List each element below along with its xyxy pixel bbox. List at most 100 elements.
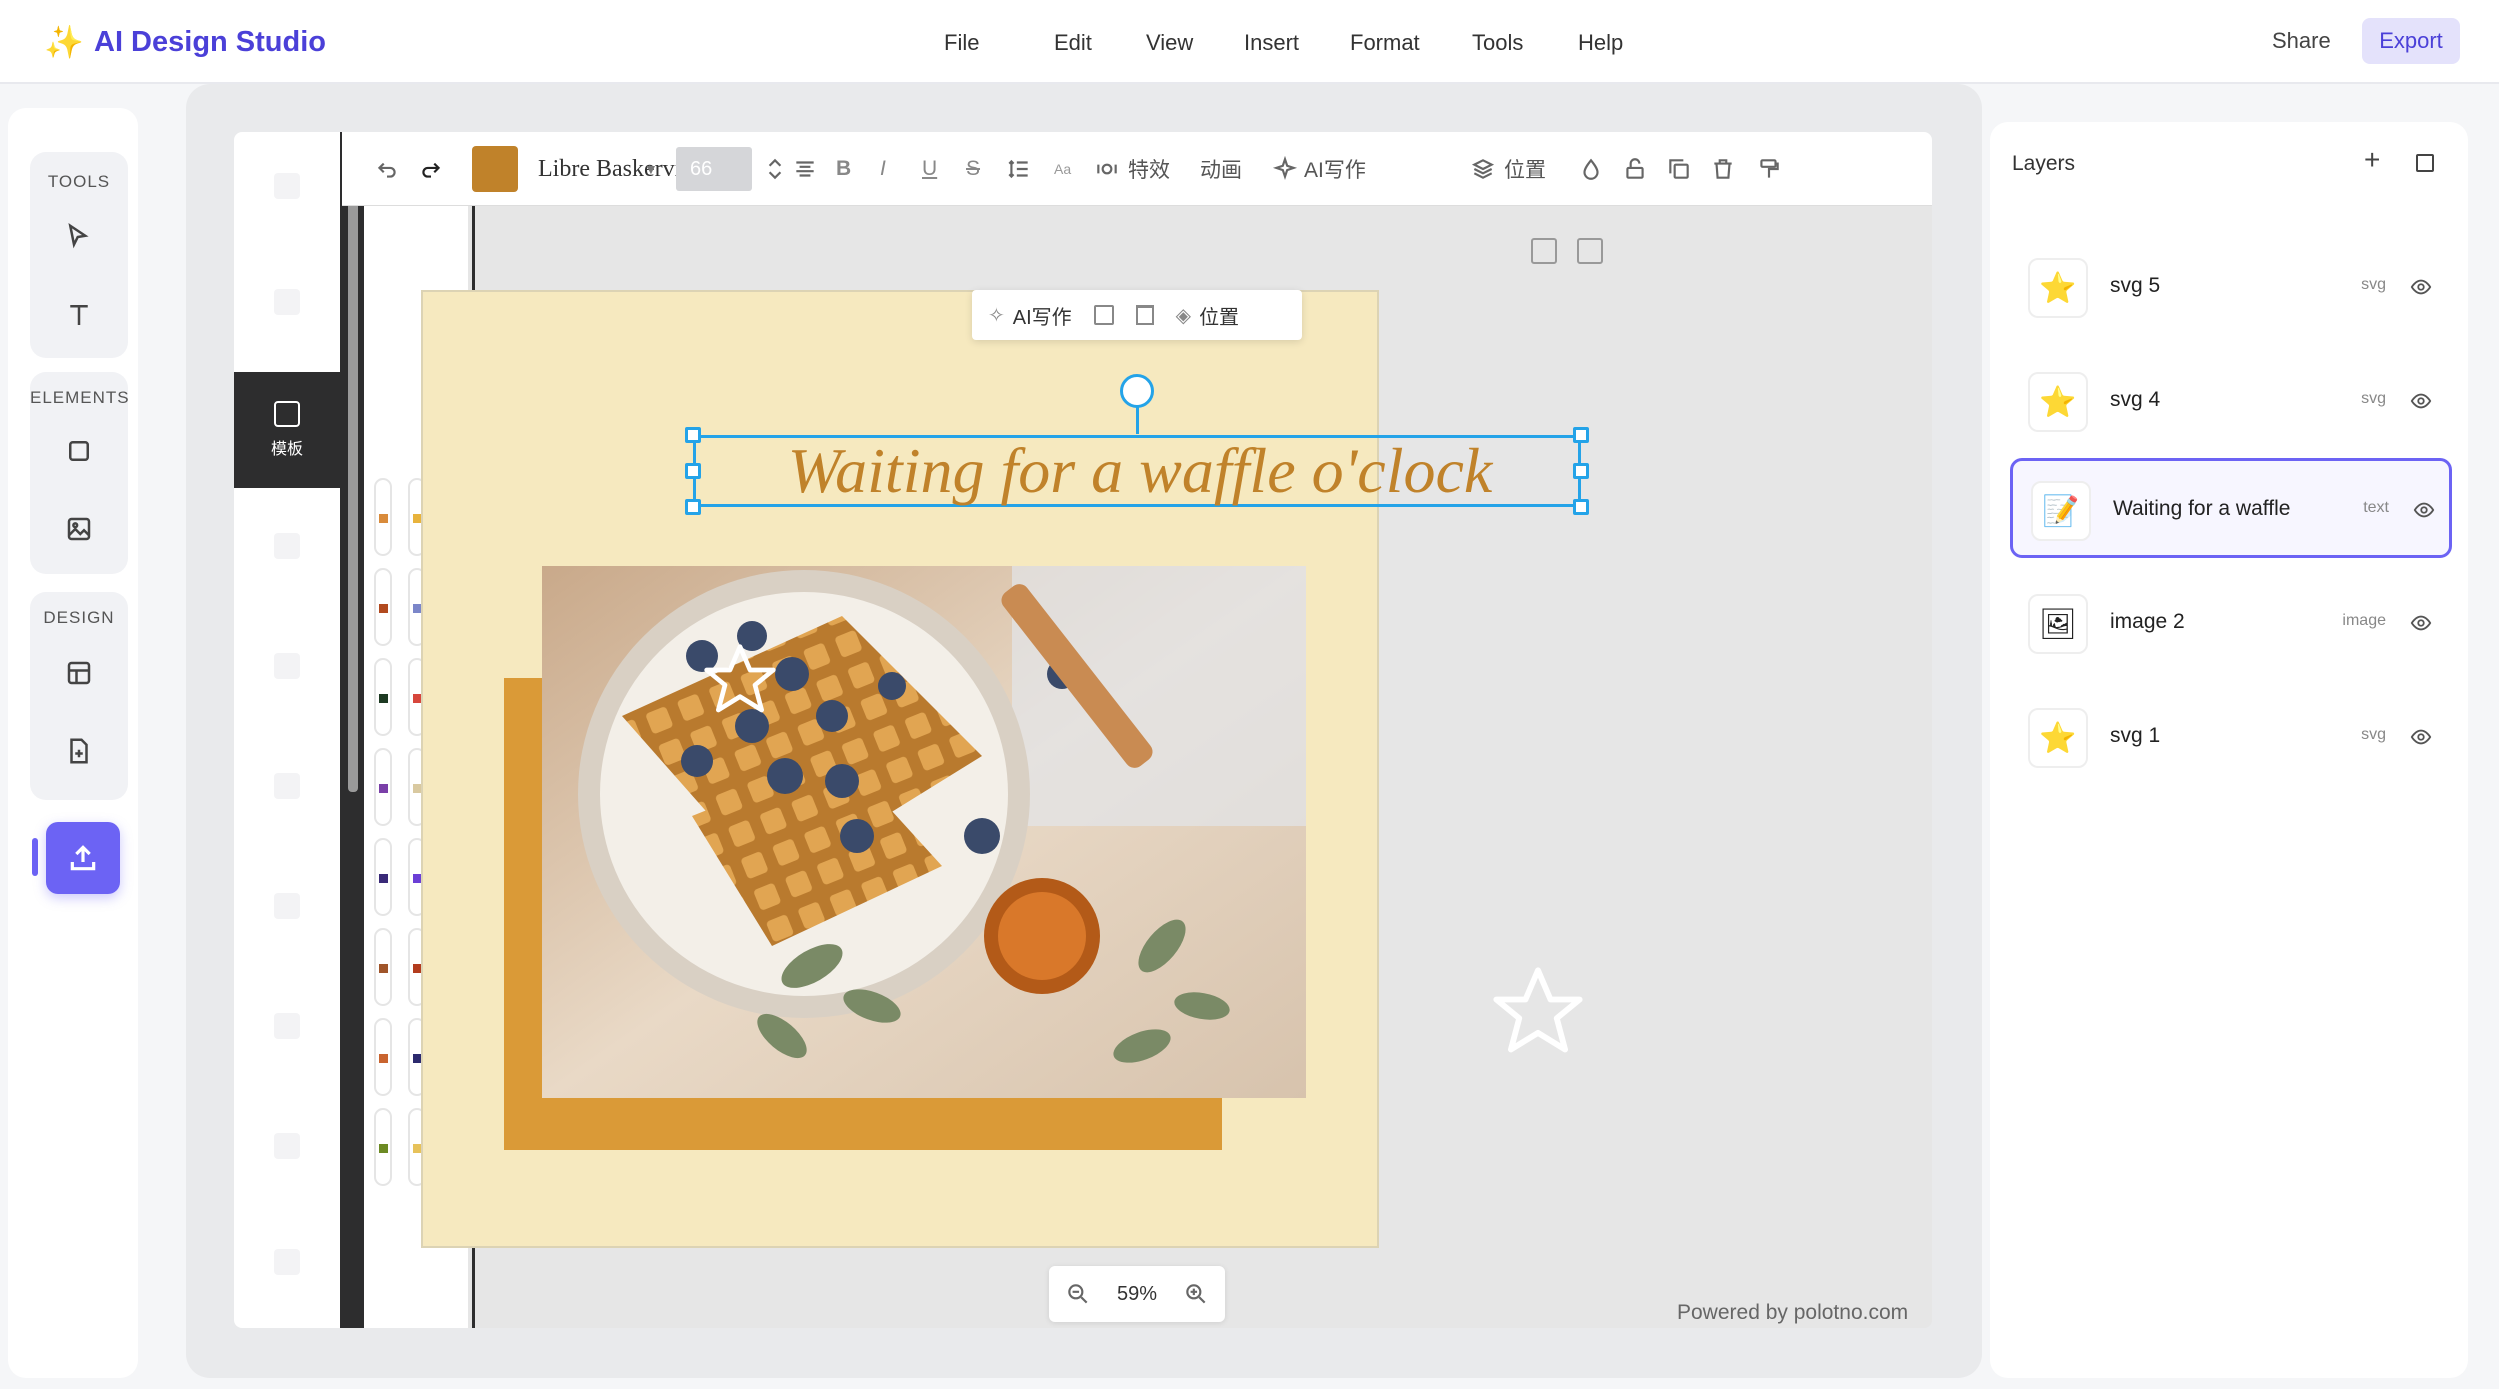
- rotate-handle[interactable]: [1120, 374, 1154, 408]
- opacity-button[interactable]: [1578, 132, 1604, 206]
- side-tab-videos[interactable]: [234, 1092, 340, 1208]
- duplicate-page-icon[interactable]: [1531, 238, 1557, 264]
- lock-button[interactable]: [1622, 132, 1648, 206]
- layer-name: svg 1: [2110, 724, 2161, 747]
- side-tab-elements[interactable]: [234, 732, 340, 848]
- font-size-stepper[interactable]: [762, 132, 788, 206]
- font-size-input[interactable]: 66: [676, 147, 752, 191]
- align-button[interactable]: [792, 132, 818, 206]
- star-outline-left[interactable]: [700, 640, 780, 720]
- layer-item-selected[interactable]: 📝 Waiting for a waffle text: [2010, 458, 2452, 558]
- position-button[interactable]: 位置: [1470, 132, 1546, 206]
- elements-group: ELEMENTS: [30, 372, 130, 574]
- context-position[interactable]: 位置: [1199, 301, 1239, 330]
- bold-button[interactable]: B: [836, 132, 851, 206]
- layer-item[interactable]: ⭐ svg 5 svg: [2010, 238, 2452, 338]
- side-tab-background[interactable]: [234, 1208, 340, 1324]
- menu-insert[interactable]: Insert: [1244, 24, 1350, 62]
- template-thumb[interactable]: [374, 478, 392, 556]
- side-tab-templates[interactable]: 模板: [234, 372, 340, 488]
- text-edit-icon: 📝: [2031, 481, 2091, 541]
- eye-icon[interactable]: [2410, 390, 2432, 412]
- waffle-photo[interactable]: [542, 566, 1306, 1098]
- resize-handle[interactable]: [1573, 499, 1589, 515]
- upload-button[interactable]: [46, 822, 120, 894]
- side-tab-upload[interactable]: [234, 248, 340, 364]
- image-tool-button[interactable]: [54, 504, 104, 554]
- template-thumb[interactable]: [374, 748, 392, 826]
- shape-tool-button[interactable]: [54, 426, 104, 476]
- side-tab-charts[interactable]: [234, 852, 340, 968]
- star-outline-right[interactable]: [1488, 962, 1588, 1062]
- trash-icon[interactable]: [1135, 305, 1154, 325]
- add-layer-button[interactable]: +: [2364, 144, 2380, 176]
- select-tool-button[interactable]: [54, 212, 104, 262]
- copy-style-button[interactable]: [1756, 132, 1782, 206]
- strikethrough-button[interactable]: S: [966, 132, 980, 206]
- resize-handle[interactable]: [1573, 427, 1589, 443]
- chevron-down-icon[interactable]: ▼: [644, 132, 658, 206]
- layer-item[interactable]: 🖼 image 2 image: [2010, 574, 2452, 674]
- resize-handle[interactable]: [685, 427, 701, 443]
- resize-handle[interactable]: [1573, 463, 1589, 479]
- eye-icon[interactable]: [2410, 276, 2432, 298]
- animation-button[interactable]: 动画: [1200, 132, 1242, 206]
- add-page-tool-button[interactable]: [54, 726, 104, 776]
- italic-button[interactable]: I: [880, 132, 886, 206]
- menu-view[interactable]: View: [1146, 24, 1244, 62]
- zoom-in-icon[interactable]: [1183, 1281, 1209, 1307]
- side-tab-my-designs[interactable]: [234, 132, 340, 248]
- side-tab-photos[interactable]: [234, 612, 340, 728]
- scrollbar-thumb[interactable]: [348, 132, 358, 792]
- delete-button[interactable]: [1710, 132, 1736, 206]
- resize-handle[interactable]: [685, 499, 701, 515]
- eye-icon[interactable]: [2410, 612, 2432, 634]
- elements-label: ELEMENTS: [30, 388, 130, 407]
- template-thumb[interactable]: [374, 1018, 392, 1096]
- effects-button[interactable]: 特效: [1094, 132, 1170, 206]
- redo-button[interactable]: [418, 132, 444, 206]
- layer-item[interactable]: ⭐ svg 1 svg: [2010, 688, 2452, 788]
- text-color-swatch[interactable]: [472, 146, 518, 192]
- duplicate-button[interactable]: [1666, 132, 1692, 206]
- line-height-button[interactable]: [1006, 132, 1032, 206]
- layout-tool-button[interactable]: [54, 648, 104, 698]
- tools-label: TOOLS: [47, 172, 111, 191]
- layer-name: Waiting for a waffle: [2113, 497, 2291, 520]
- menu-tools[interactable]: Tools: [1472, 24, 1578, 62]
- eye-icon[interactable]: [2410, 726, 2432, 748]
- ai-write-button[interactable]: AI写作: [1272, 132, 1366, 206]
- panel-scrollbar[interactable]: [340, 132, 364, 1328]
- resize-handle[interactable]: [685, 463, 701, 479]
- share-button[interactable]: Share: [2260, 22, 2343, 64]
- layer-options-button[interactable]: [2416, 154, 2434, 172]
- export-button[interactable]: Export: [2362, 18, 2460, 64]
- eye-icon[interactable]: [2413, 499, 2435, 521]
- chart-icon: [274, 893, 300, 919]
- template-thumb[interactable]: [374, 1108, 392, 1186]
- selected-title-text[interactable]: Waiting for a waffle o'clock: [685, 427, 1589, 515]
- undo-button[interactable]: [374, 132, 400, 206]
- side-tab-text[interactable]: [234, 492, 340, 608]
- template-thumb[interactable]: [374, 568, 392, 646]
- layer-item[interactable]: ⭐ svg 4 svg: [2010, 352, 2452, 452]
- template-thumb[interactable]: [374, 928, 392, 1006]
- underline-button[interactable]: U: [922, 132, 937, 206]
- layers-icon[interactable]: ◈: [1176, 303, 1191, 328]
- copy-icon[interactable]: [1093, 305, 1114, 325]
- menu-format[interactable]: Format: [1350, 24, 1472, 62]
- menu-help[interactable]: Help: [1578, 24, 1658, 62]
- side-tab-uploads[interactable]: [234, 972, 340, 1088]
- template-thumb[interactable]: [374, 658, 392, 736]
- upload-icon: [70, 845, 96, 871]
- template-thumb[interactable]: [374, 838, 392, 916]
- powered-by[interactable]: Powered by polotno.com: [1677, 1301, 1908, 1325]
- text-case-button[interactable]: Aa: [1054, 132, 1071, 206]
- menu-edit[interactable]: Edit: [1054, 24, 1146, 62]
- context-ai-write[interactable]: AI写作: [1013, 301, 1072, 330]
- menu-file[interactable]: File: [944, 24, 1054, 62]
- zoom-out-icon[interactable]: [1065, 1281, 1091, 1307]
- add-page-icon[interactable]: [1577, 238, 1603, 264]
- text-tool-button[interactable]: [54, 290, 104, 340]
- sparkle-icon[interactable]: ✧: [988, 303, 1005, 328]
